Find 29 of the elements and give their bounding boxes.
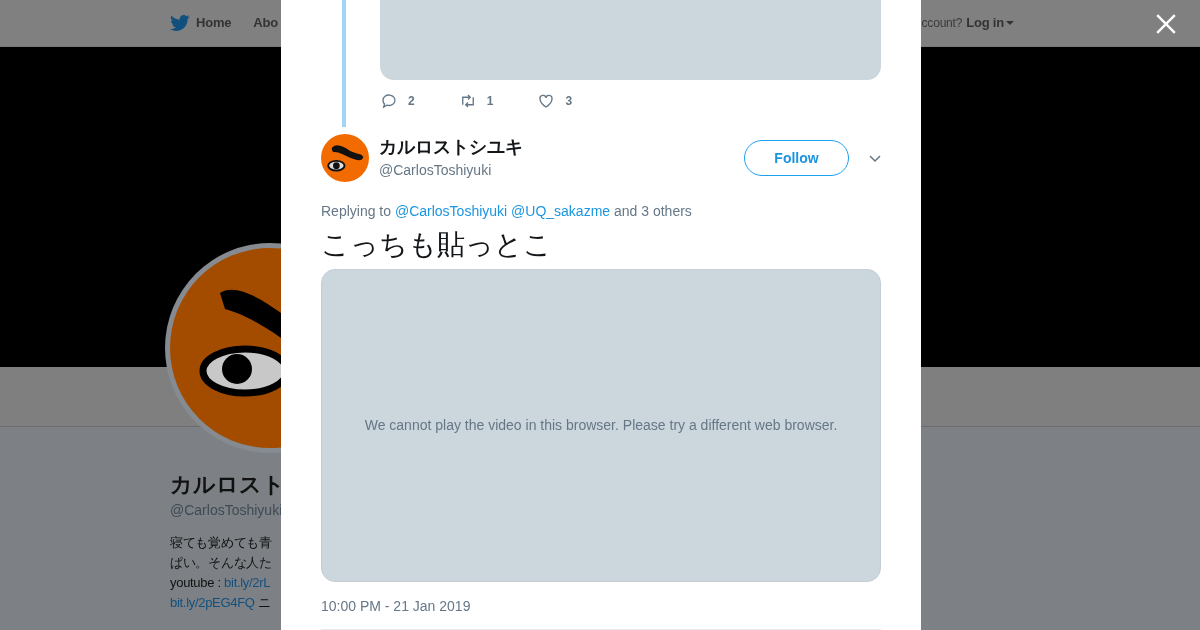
author-handle: @CarlosToshiyuki xyxy=(379,160,493,180)
caret-icon xyxy=(1006,21,1014,25)
bio-text: ニ xyxy=(256,594,271,612)
mention-link[interactable]: @UQ_sakazme xyxy=(511,203,611,219)
mention-link[interactable]: @CarlosToshiyuki xyxy=(394,203,508,219)
nav-link[interactable]: Home xyxy=(170,13,232,33)
author-name: カルロストシユキ xyxy=(379,135,523,158)
action-count: 2 xyxy=(408,93,415,110)
tweet-timestamp: 10:00 PM - 21 Jan 2019 xyxy=(321,597,472,616)
profile-handle: @CarlosToshiyuki xyxy=(170,501,284,520)
close-button[interactable] xyxy=(1155,13,1177,35)
tweet-text: こっちも貼っとこ xyxy=(321,228,553,262)
bio-text: 寝ても覚めても青 xyxy=(170,534,273,552)
author-avatar xyxy=(321,134,369,182)
replying-to-text: Replying to @CarlosToshiyuki @UQ_sakazme and 3 others xyxy=(321,202,693,221)
nav-link[interactable]: Abo xyxy=(253,13,278,33)
bio-text: ぱい。そんな人た xyxy=(170,554,273,572)
bio-text: youtube : xyxy=(170,574,222,592)
heart-icon[interactable] xyxy=(537,92,556,110)
profile-name: カルロスト xyxy=(170,471,286,499)
account-prompt: ccount? xyxy=(921,15,963,32)
login-button[interactable]: Log in xyxy=(966,13,1014,33)
bird-icon xyxy=(170,13,190,33)
reply-icon[interactable] xyxy=(380,92,398,110)
action-count: 1 xyxy=(486,93,494,110)
bio-link[interactable]: bit.ly/2rL xyxy=(224,573,271,593)
video-error-message: We cannot play the video in this browser. Please try a different web browser. xyxy=(364,416,838,435)
action-count: 3 xyxy=(565,93,573,110)
bio-link[interactable]: bit.ly/2pEG4FQ xyxy=(170,593,255,613)
